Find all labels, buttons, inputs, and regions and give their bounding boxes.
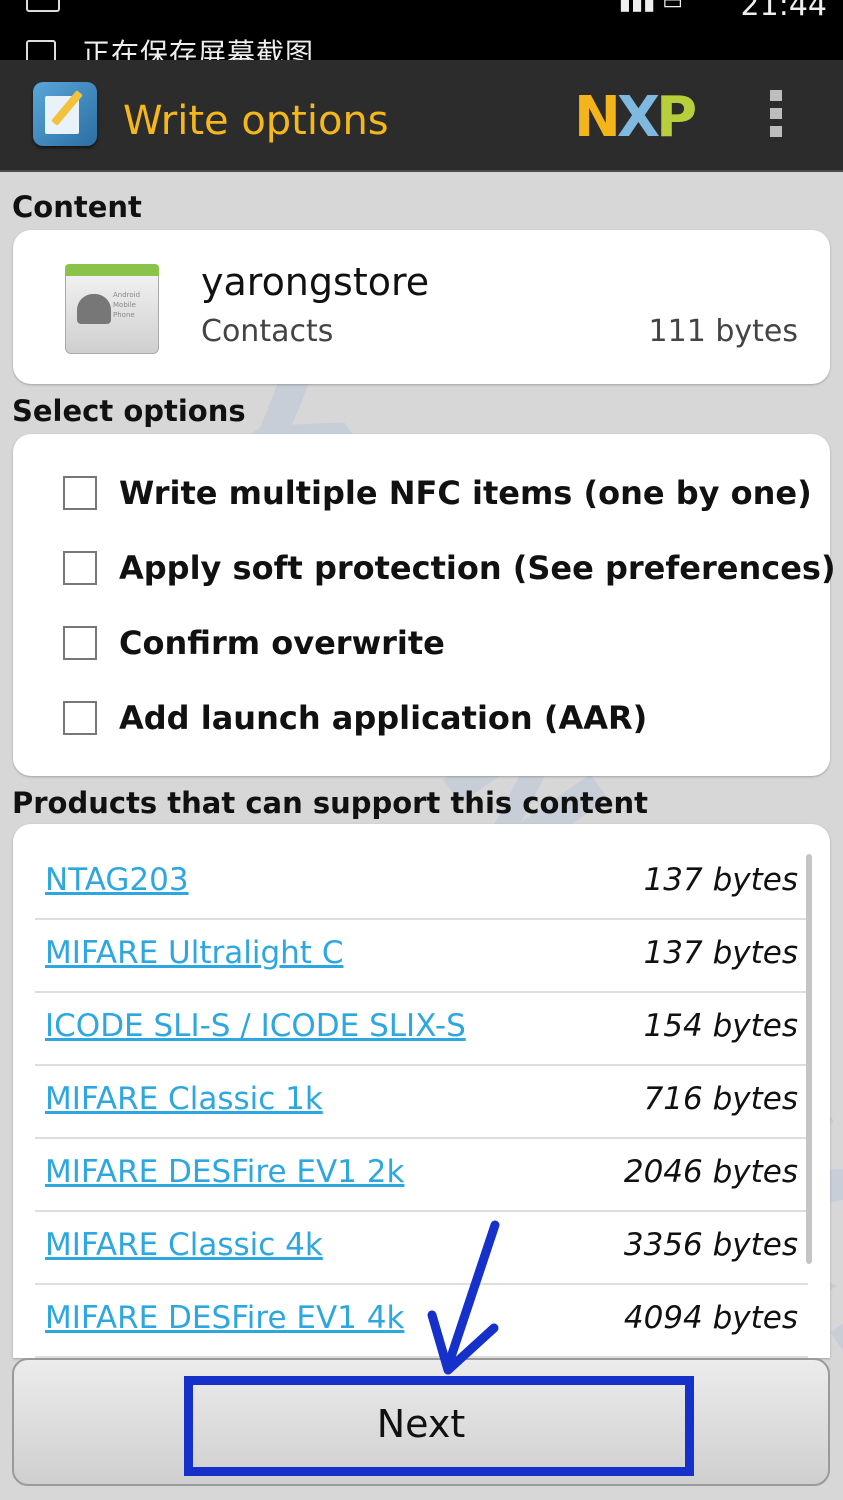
option-confirm-overwrite[interactable]: Confirm overwrite xyxy=(63,618,445,668)
product-size: 4094 bytes xyxy=(623,1300,798,1336)
content-card[interactable]: Android Mobile Phone yarongstore Contacts … xyxy=(13,230,830,384)
notification-icon xyxy=(26,0,60,12)
product-link[interactable]: MIFARE Classic 1k xyxy=(45,1081,323,1117)
option-soft-protection[interactable]: Apply soft protection (See preferences) xyxy=(63,543,836,593)
options-card: Write multiple NFC items (one by one) Ap… xyxy=(13,434,836,776)
product-size: 3356 bytes xyxy=(623,1227,798,1263)
app-icon[interactable] xyxy=(33,82,97,146)
action-bar: Write options NXP xyxy=(0,60,843,172)
checkbox[interactable] xyxy=(63,551,97,585)
list-item[interactable]: NTAG203 137 bytes xyxy=(35,846,808,920)
checkbox[interactable] xyxy=(63,701,97,735)
list-item[interactable]: MIFARE DESFire EV1 2k 2046 bytes xyxy=(35,1138,808,1212)
product-link[interactable]: NTAG203 xyxy=(45,862,189,898)
list-item[interactable]: MIFARE Classic 4k 3356 bytes xyxy=(35,1211,808,1285)
product-link[interactable]: MIFARE DESFire EV1 4k xyxy=(45,1300,404,1336)
product-size: 154 bytes xyxy=(643,1008,798,1044)
options-heading: Select options xyxy=(12,394,246,428)
products-list[interactable]: NTAG203 137 bytes MIFARE Ultralight C 13… xyxy=(13,824,830,1358)
option-add-aar[interactable]: Add launch application (AAR) xyxy=(63,693,647,743)
contact-phone-icon: Android Mobile Phone xyxy=(61,260,161,356)
scrollbar[interactable] xyxy=(806,854,812,1264)
next-button[interactable]: Next xyxy=(12,1358,830,1486)
checkbox[interactable] xyxy=(63,476,97,510)
product-link[interactable]: ICODE SLI-S / ICODE SLIX-S xyxy=(45,1008,466,1044)
products-heading: Products that can support this content xyxy=(12,786,649,820)
list-item[interactable]: MIFARE Classic 1k 716 bytes xyxy=(35,1065,808,1139)
list-item[interactable]: MIFARE Ultralight C 137 bytes xyxy=(35,919,808,993)
list-item[interactable]: ICODE SLI-S / ICODE SLIX-S 154 bytes xyxy=(35,992,808,1066)
clock: 21:44 xyxy=(740,0,827,23)
page-title: Write options xyxy=(123,98,389,144)
content-size: 111 bytes xyxy=(648,314,798,349)
notification-text: 正在保存屏幕截图 xyxy=(82,37,315,60)
product-link[interactable]: MIFARE Ultralight C xyxy=(45,935,343,971)
option-write-multiple[interactable]: Write multiple NFC items (one by one) xyxy=(63,468,812,518)
product-link[interactable]: MIFARE Classic 4k xyxy=(45,1227,323,1263)
content-type: Contacts xyxy=(201,314,334,349)
content-name: yarongstore xyxy=(201,260,430,304)
content-heading: Content xyxy=(12,190,142,224)
product-size: 137 bytes xyxy=(643,862,798,898)
product-size: 716 bytes xyxy=(643,1081,798,1117)
product-size: 2046 bytes xyxy=(623,1154,798,1190)
list-item[interactable]: MIFARE DESFire EV1 4k 4094 bytes xyxy=(35,1284,808,1358)
nxp-logo: NXP xyxy=(574,85,697,150)
signal-icon: ▮▮▮ ▭ xyxy=(618,0,683,15)
product-size: 137 bytes xyxy=(643,935,798,971)
product-link[interactable]: MIFARE DESFire EV1 2k xyxy=(45,1154,404,1190)
status-bar: ▮▮▮ ▭ 21:44 正在保存屏幕截图 xyxy=(0,0,843,60)
checkbox[interactable] xyxy=(63,626,97,660)
screenshot-icon xyxy=(26,40,56,60)
overflow-menu-icon[interactable] xyxy=(770,90,784,140)
